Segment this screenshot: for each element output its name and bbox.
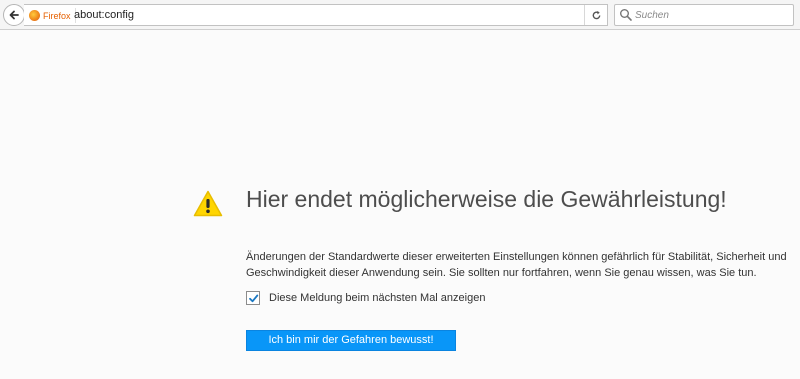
back-arrow-icon bbox=[9, 10, 19, 20]
checkmark-icon bbox=[248, 294, 258, 302]
reload-button[interactable] bbox=[584, 5, 607, 25]
show-warning-checkbox[interactable] bbox=[246, 291, 260, 305]
site-identity[interactable]: Firefox bbox=[29, 8, 76, 23]
firefox-logo-icon bbox=[29, 10, 40, 21]
warning-icon bbox=[193, 190, 223, 217]
checkbox-label[interactable]: Diese Meldung beim nächsten Mal anzeigen bbox=[269, 292, 485, 304]
identity-label: Firefox bbox=[43, 10, 71, 21]
url-bar[interactable]: Firefox about:config bbox=[24, 4, 608, 26]
warning-title: Hier endet möglicherweise die Gewährleis… bbox=[246, 186, 727, 212]
search-input[interactable] bbox=[635, 6, 785, 24]
description-line-1: Änderungen der Standardwerte dieser erwe… bbox=[246, 251, 787, 263]
reload-icon bbox=[592, 10, 600, 19]
navigation-toolbar: Firefox about:config bbox=[0, 0, 800, 30]
warning-description: Änderungen der Standardwerte dieser erwe… bbox=[246, 249, 791, 281]
url-text[interactable]: about:config bbox=[74, 9, 134, 21]
back-button[interactable] bbox=[3, 4, 25, 26]
accept-risk-button[interactable]: Ich bin mir der Gefahren bewusst! bbox=[246, 330, 456, 351]
description-line-2: Geschwindigkeit dieser Anwendung sein. S… bbox=[246, 267, 757, 279]
search-icon bbox=[620, 9, 632, 21]
show-warning-checkbox-row[interactable]: Diese Meldung beim nächsten Mal anzeigen bbox=[246, 291, 485, 305]
search-bar[interactable] bbox=[614, 4, 794, 26]
